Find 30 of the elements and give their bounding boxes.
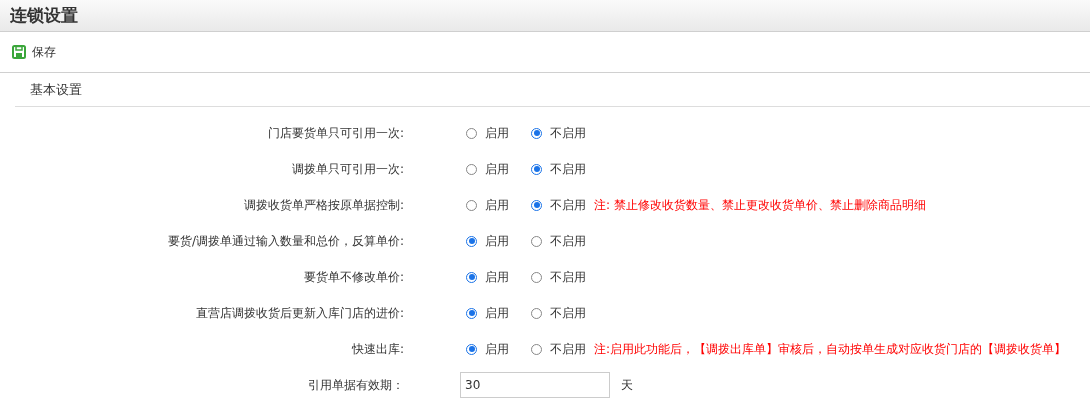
radio-option[interactable]: 不启用 [531,268,590,286]
radio-option[interactable]: 启用 [466,268,525,286]
note-text: 注: 禁止修改收货数量、禁止更改收货单价、禁止删除商品明细 [594,196,926,214]
radio-option[interactable]: 启用 [466,232,525,250]
input-field[interactable]: 30 [460,372,610,398]
radio-option[interactable]: 不启用 [531,124,590,142]
radio-option[interactable]: 启用 [466,124,525,142]
setting-label: 调拨单只可引用一次: [290,160,404,178]
radio-option[interactable]: 启用 [466,196,525,214]
radio-option[interactable]: 不启用 [531,232,590,250]
setting-label: 直营店调拨收货后更新入库门店的进价: [194,304,404,322]
setting-label: 门店要货单只可引用一次: [266,124,404,142]
radio-option[interactable]: 不启用 [531,340,590,358]
section-title: 基本设置 [30,80,82,99]
radio-option[interactable]: 不启用 [531,160,590,178]
radio-option[interactable]: 启用 [466,340,525,358]
setting-label: 调拨收货单严格按原单据控制: [242,196,404,214]
setting-label: 快速出库: [350,340,404,358]
note-text: 注:启用此功能后，【调拨出库单】审核后，自动按单生成对应收货门店的【调拨收货单】 [594,340,1067,358]
setting-label: 要货单不修改单价: [302,268,404,286]
radio-option[interactable]: 启用 [466,160,525,178]
save-button[interactable]: 保存 [10,41,58,63]
save-icon [12,45,26,59]
unit-text: 天 [621,376,633,394]
window-title: 连锁设置 [10,4,78,27]
radio-option[interactable]: 不启用 [531,304,590,322]
setting-label: 引用单据有效期： [307,376,404,394]
radio-option[interactable]: 不启用 [531,196,590,214]
setting-label: 要货/调拨单通过输入数量和总价，反算单价: [166,232,404,250]
radio-option[interactable]: 启用 [466,304,525,322]
